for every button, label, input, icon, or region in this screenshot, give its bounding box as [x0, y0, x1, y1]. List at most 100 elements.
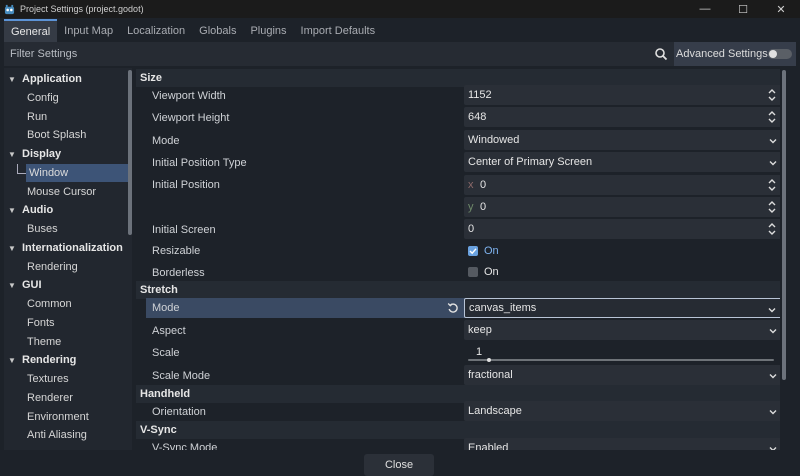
sidebar-category-display[interactable]: ▼ Display	[4, 145, 128, 163]
section-vsync[interactable]: V-Sync	[136, 421, 780, 439]
aspect-label: Aspect	[152, 325, 186, 337]
spin-arrows-icon[interactable]	[768, 110, 776, 124]
sidebar-item-rendering-i18n[interactable]: Rendering	[4, 258, 128, 276]
toggle-knob	[769, 50, 777, 58]
window-controls: — ☐ ✕	[686, 0, 800, 18]
resizable-checkbox[interactable]: On	[464, 241, 780, 261]
tab-general[interactable]: General	[4, 19, 58, 42]
borderless-label: Borderless	[152, 267, 205, 279]
sidebar-label: Application	[22, 73, 82, 85]
close-button[interactable]: Close	[364, 454, 434, 476]
viewport-width-label: Viewport Width	[152, 90, 226, 102]
advanced-settings-toggle[interactable]	[768, 49, 792, 59]
stretch-mode-select[interactable]: canvas_items	[464, 298, 780, 318]
initial-screen-field[interactable]: 0	[464, 219, 780, 239]
window-mode-select[interactable]: Windowed	[464, 130, 780, 150]
tab-plugins[interactable]: Plugins	[243, 20, 293, 42]
sidebar-item-fonts[interactable]: Fonts	[4, 314, 128, 332]
checkbox-unchecked-icon	[468, 267, 478, 277]
sidebar-item-renderer[interactable]: Renderer	[4, 389, 128, 407]
orientation-select[interactable]: Landscape	[464, 401, 780, 421]
filter-settings-input[interactable]	[4, 42, 674, 66]
viewport-width-field[interactable]: 1152	[464, 85, 780, 105]
sidebar-label: Internationalization	[22, 242, 123, 254]
dialog-footer: Close	[0, 452, 800, 476]
chevron-down-icon: ▼	[8, 280, 16, 290]
spin-arrows-icon[interactable]	[768, 200, 776, 214]
vsync-mode-select[interactable]: Enabled	[464, 438, 780, 450]
orientation-label: Orientation	[152, 406, 206, 418]
chevron-down-icon: ▼	[8, 74, 16, 84]
chevron-down-icon: ▼	[8, 243, 16, 253]
scale-slider-grabber[interactable]	[487, 358, 491, 362]
tab-import-defaults[interactable]: Import Defaults	[294, 20, 383, 42]
scale-mode-label: Scale Mode	[152, 370, 211, 382]
sidebar-scrollbar[interactable]	[128, 70, 132, 235]
sidebar-category-gui[interactable]: ▼ GUI	[4, 276, 128, 294]
checkbox-checked-icon	[468, 246, 478, 256]
window-title: Project Settings (project.godot)	[20, 4, 144, 14]
close-window-icon[interactable]: ✕	[762, 0, 800, 18]
sidebar-item-buses[interactable]: Buses	[4, 220, 128, 238]
settings-tabs: General Input Map Localization Globals P…	[0, 18, 800, 42]
chevron-down-icon	[769, 326, 777, 334]
viewport-height-value: 648	[468, 111, 487, 123]
scale-value: 1	[476, 346, 483, 358]
sidebar-category-audio[interactable]: ▼ Audio	[4, 201, 128, 219]
tab-globals[interactable]: Globals	[192, 20, 243, 42]
initial-position-label: Initial Position	[152, 179, 220, 191]
tab-localization[interactable]: Localization	[120, 20, 192, 42]
borderless-value: On	[484, 266, 499, 278]
initial-position-x-value: 0	[480, 179, 487, 191]
sidebar-label: GUI	[22, 279, 42, 291]
sidebar-label: Display	[22, 148, 62, 160]
spin-arrows-icon[interactable]	[768, 88, 776, 102]
godot-logo-icon	[3, 3, 15, 15]
sidebar-item-textures[interactable]: Textures	[4, 370, 128, 388]
chevron-down-icon	[769, 158, 777, 166]
borderless-checkbox[interactable]: On	[464, 262, 780, 282]
tree-line	[17, 164, 26, 174]
chevron-down-icon: ▼	[8, 149, 16, 159]
tab-input-map[interactable]: Input Map	[57, 20, 120, 42]
initial-position-y-field[interactable]: y 0	[464, 197, 780, 217]
advanced-settings-label: Advanced Settings	[676, 48, 768, 60]
resizable-label: Resizable	[152, 245, 201, 257]
aspect-value: keep	[468, 324, 492, 336]
inspector-scrollbar[interactable]	[782, 70, 786, 380]
sidebar-category-application[interactable]: ▼ Application	[4, 70, 128, 88]
initial-position-type-select[interactable]: Center of Primary Screen	[464, 152, 780, 172]
x-axis-label: x	[468, 179, 474, 191]
initial-position-x-field[interactable]: x 0	[464, 175, 780, 195]
sidebar-category-internationalization[interactable]: ▼ Internationalization	[4, 239, 128, 257]
spin-arrows-icon[interactable]	[768, 222, 776, 236]
window-mode-label: Mode	[152, 135, 180, 147]
viewport-height-field[interactable]: 648	[464, 107, 780, 127]
sidebar-item-anti-aliasing[interactable]: Anti Aliasing	[4, 426, 128, 444]
sidebar-category-rendering[interactable]: ▼ Rendering	[4, 351, 128, 369]
aspect-select[interactable]: keep	[464, 320, 780, 340]
viewport-width-value: 1152	[468, 89, 492, 101]
reset-icon[interactable]	[447, 302, 459, 314]
sidebar-item-common[interactable]: Common	[4, 295, 128, 313]
sidebar-item-theme[interactable]: Theme	[4, 333, 128, 351]
sidebar-label: Audio	[22, 204, 54, 216]
maximize-icon[interactable]: ☐	[724, 0, 762, 18]
viewport-height-label: Viewport Height	[152, 112, 230, 124]
sidebar-item-environment[interactable]: Environment	[4, 408, 128, 426]
orientation-value: Landscape	[468, 405, 522, 417]
chevron-down-icon	[768, 305, 776, 313]
vsync-mode-value: Enabled	[468, 442, 509, 450]
scale-slider[interactable]	[468, 359, 774, 361]
sidebar-item-run[interactable]: Run	[4, 108, 128, 126]
initial-position-type-label: Initial Position Type	[152, 157, 247, 169]
spin-arrows-icon[interactable]	[768, 178, 776, 192]
sidebar-item-mouse-cursor[interactable]: Mouse Cursor	[4, 183, 128, 201]
sidebar-item-window[interactable]: Window	[26, 164, 128, 182]
settings-inspector: Size Viewport Width 1152 Viewport Height…	[136, 68, 780, 450]
section-stretch[interactable]: Stretch	[136, 281, 780, 299]
sidebar-item-config[interactable]: Config	[4, 89, 128, 107]
sidebar-item-boot-splash[interactable]: Boot Splash	[4, 126, 128, 144]
minimize-icon[interactable]: —	[686, 0, 724, 18]
scale-mode-select[interactable]: fractional	[464, 365, 780, 385]
